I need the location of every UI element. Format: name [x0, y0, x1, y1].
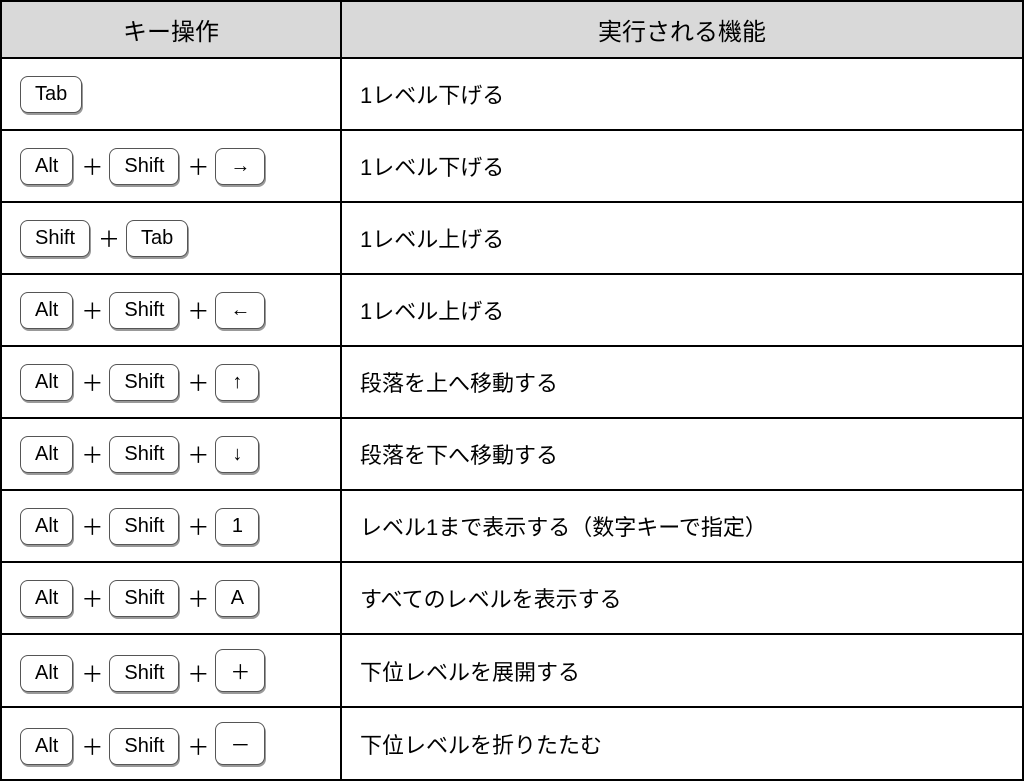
description-cell: すべてのレベルを表示する — [341, 562, 1023, 634]
key-cap: Shift — [20, 220, 90, 257]
plus-joiner: ＋ — [187, 510, 209, 542]
plus-joiner: ＋ — [98, 222, 120, 254]
key-cap: Shift — [109, 148, 179, 185]
table-row: Alt＋Shift＋↑段落を上へ移動する — [1, 346, 1023, 418]
key-cap: ↓ — [215, 436, 259, 473]
table-row: Alt＋Shift＋Aすべてのレベルを表示する — [1, 562, 1023, 634]
key-cap: Shift — [109, 436, 179, 473]
key-cap: Alt — [20, 292, 73, 329]
key-cap: Shift — [109, 508, 179, 545]
key-cap: Alt — [20, 508, 73, 545]
description-cell: レベル1まで表示する（数字キーで指定） — [341, 490, 1023, 562]
key-cap: A — [215, 580, 259, 617]
key-cap: → — [215, 148, 265, 185]
key-cap: Alt — [20, 148, 73, 185]
table-row: Alt＋Shift＋→1レベル下げる — [1, 130, 1023, 202]
key-cap: Shift — [109, 655, 179, 692]
description-cell: 1レベル下げる — [341, 130, 1023, 202]
key-cell: Alt＋Shift＋＋ — [1, 634, 341, 707]
key-cell: Alt＋Shift＋← — [1, 274, 341, 346]
plus-joiner: ＋ — [81, 730, 103, 762]
table-row: Alt＋Shift＋1レベル1まで表示する（数字キーで指定） — [1, 490, 1023, 562]
key-cap: ← — [215, 292, 265, 329]
header-function: 実行される機能 — [341, 1, 1023, 58]
key-cell: Tab — [1, 58, 341, 130]
key-cell: Alt＋Shift＋→ — [1, 130, 341, 202]
key-cell: Shift＋Tab — [1, 202, 341, 274]
key-cap: Tab — [126, 220, 188, 257]
description-cell: 1レベル上げる — [341, 274, 1023, 346]
plus-joiner: ＋ — [81, 510, 103, 542]
key-cap: ＋ — [215, 649, 265, 692]
plus-joiner: ＋ — [187, 582, 209, 614]
key-cap: Alt — [20, 728, 73, 765]
table-row: Alt＋Shift＋↓段落を下へ移動する — [1, 418, 1023, 490]
key-cap: 1 — [215, 508, 259, 545]
key-cell: Alt＋Shift＋↑ — [1, 346, 341, 418]
plus-joiner: ＋ — [187, 294, 209, 326]
key-cap: Alt — [20, 436, 73, 473]
keyboard-shortcuts-table: キー操作 実行される機能 Tab1レベル下げるAlt＋Shift＋→1レベル下げ… — [0, 0, 1024, 781]
table-row: Shift＋Tab1レベル上げる — [1, 202, 1023, 274]
key-cap: Alt — [20, 580, 73, 617]
plus-joiner: ＋ — [187, 657, 209, 689]
table-row: Alt＋Shift＋－下位レベルを折りたたむ — [1, 707, 1023, 780]
key-cap: Shift — [109, 728, 179, 765]
key-cap: Alt — [20, 655, 73, 692]
key-cell: Alt＋Shift＋1 — [1, 490, 341, 562]
plus-joiner: ＋ — [81, 438, 103, 470]
description-cell: 下位レベルを折りたたむ — [341, 707, 1023, 780]
plus-joiner: ＋ — [81, 366, 103, 398]
table-row: Alt＋Shift＋＋下位レベルを展開する — [1, 634, 1023, 707]
plus-joiner: ＋ — [187, 730, 209, 762]
key-cell: Alt＋Shift＋↓ — [1, 418, 341, 490]
plus-joiner: ＋ — [81, 294, 103, 326]
table-row: Tab 1レベル下げる — [1, 58, 1023, 130]
plus-joiner: ＋ — [187, 366, 209, 398]
header-key-operation: キー操作 — [1, 1, 341, 58]
key-cap: Shift — [109, 364, 179, 401]
description-cell: 1レベル上げる — [341, 202, 1023, 274]
description-cell: 1レベル下げる — [341, 58, 1023, 130]
key-cell: Alt＋Shift＋A — [1, 562, 341, 634]
plus-joiner: ＋ — [187, 150, 209, 182]
plus-joiner: ＋ — [81, 657, 103, 689]
key-cap: Alt — [20, 364, 73, 401]
description-cell: 段落を上へ移動する — [341, 346, 1023, 418]
plus-joiner: ＋ — [81, 150, 103, 182]
plus-joiner: ＋ — [187, 438, 209, 470]
description-cell: 下位レベルを展開する — [341, 634, 1023, 707]
plus-joiner: ＋ — [81, 582, 103, 614]
key-cap: － — [215, 722, 265, 765]
key-cap: ↑ — [215, 364, 259, 401]
key-cell: Alt＋Shift＋－ — [1, 707, 341, 780]
key-cap: Shift — [109, 580, 179, 617]
description-cell: 段落を下へ移動する — [341, 418, 1023, 490]
table-row: Alt＋Shift＋←1レベル上げる — [1, 274, 1023, 346]
key-cap: Tab — [20, 76, 82, 113]
key-cap: Shift — [109, 292, 179, 329]
